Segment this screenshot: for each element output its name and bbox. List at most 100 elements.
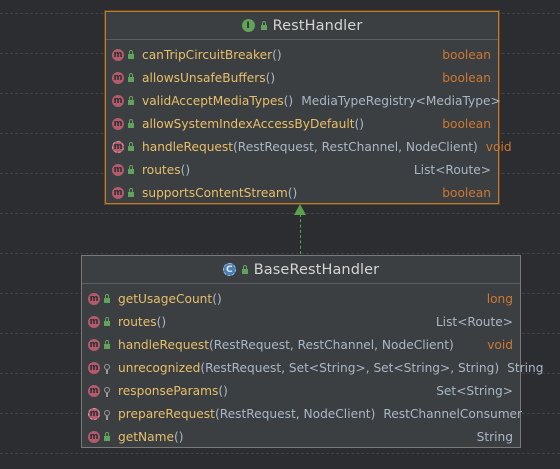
method-icon: m [88, 315, 100, 328]
method-return-type: long [486, 291, 513, 306]
method-params: () [354, 116, 365, 131]
method-name: getUsageCount [118, 291, 213, 306]
interface-node-resthandler[interactable]: I RestHandler m canTripCircuitBreaker() bo… [105, 11, 512, 204]
implements-arrow-line [300, 214, 301, 254]
method-name: canTripCircuitBreaker [142, 47, 273, 62]
method-name: allowSystemIndexAccessByDefault [142, 116, 355, 131]
method-return-type: boolean [442, 185, 491, 200]
method-name: routes [142, 162, 181, 177]
public-lock-icon [100, 431, 114, 441]
method-row-unrecognized[interactable]: m unrecognized (RestRequest, Set<String>, … [82, 356, 544, 379]
interface-method-list: m canTripCircuitBreaker() boolean m allowsUn… [106, 40, 512, 204]
class-title: BaseRestHandler [253, 261, 380, 278]
method-return-type: boolean [442, 70, 491, 85]
method-return-type: Set<String> [436, 383, 513, 398]
method-name: getName [118, 429, 174, 444]
public-lock-icon [260, 20, 267, 30]
method-return-type: String [476, 429, 513, 444]
method-return-type: List<Route> [435, 314, 513, 329]
method-params: (RestRequest, RestChannel, NodeClient) [233, 139, 478, 154]
method-icon: m [112, 117, 124, 130]
method-row-routes[interactable]: m routes() List<Route> [82, 310, 520, 333]
method-row-supports-content-stream[interactable]: m supportsContentStream() boolean [106, 181, 498, 204]
method-row-handle-request[interactable]: m handleRequest (RestRequest, RestChannel,… [82, 333, 520, 356]
method-params: () [173, 429, 184, 444]
method-params: () [180, 162, 191, 177]
protected-key-icon [100, 363, 114, 374]
method-name: handleRequest [142, 139, 234, 154]
public-lock-icon [124, 187, 138, 197]
method-name: responseParams [118, 383, 219, 398]
method-icon: m [88, 338, 100, 351]
method-icon: m [112, 163, 124, 176]
public-lock-icon [124, 72, 138, 82]
public-lock-icon [124, 141, 138, 151]
method-name: handleRequest [118, 337, 210, 352]
interface-title: RestHandler [272, 17, 363, 34]
protected-key-icon [100, 409, 114, 420]
public-lock-icon [124, 95, 138, 105]
method-return-type: boolean [442, 47, 491, 62]
method-icon: m [112, 48, 124, 61]
interface-icon: I [241, 19, 255, 32]
method-params: () [156, 314, 167, 329]
method-name: unrecognized [118, 360, 201, 375]
method-row-allow-system-index-access-by-default[interactable]: m allowSystemIndexAccessByDefault() boolea… [106, 112, 498, 135]
abstract-method-icon: m [88, 407, 100, 420]
method-row-get-usage-count[interactable]: m getUsageCount() long [82, 287, 520, 310]
method-name: allowsUnsafeBuffers [142, 70, 266, 85]
method-row-get-name[interactable]: m getName() String [82, 425, 520, 448]
method-icon: m [112, 71, 124, 84]
abstract-class-icon: C [222, 263, 236, 276]
method-params: (RestRequest, Set<String>, Set<String>, … [200, 360, 500, 375]
method-params: () [265, 70, 276, 85]
method-params: () [212, 291, 222, 306]
class-method-list: m getUsageCount() long m routes() List<Route>… [82, 284, 544, 448]
grid-line [0, 253, 560, 254]
public-lock-icon [100, 316, 114, 326]
method-return-type: boolean [442, 116, 491, 131]
protected-key-icon [100, 386, 114, 397]
implements-arrow-head [294, 204, 306, 215]
interface-node-header: I RestHandler [106, 12, 498, 40]
public-lock-icon [124, 49, 138, 59]
method-icon: m [88, 292, 100, 305]
method-name: prepareRequest [118, 406, 215, 421]
method-params: (RestRequest, NodeClient) [214, 406, 376, 421]
method-row-prepare-request[interactable]: m prepareRequest (RestRequest, NodeClient)… [82, 402, 523, 425]
class-node-baseresthandler[interactable]: C BaseRestHandler m getUsageCount() long m r… [81, 255, 544, 448]
public-lock-icon [241, 264, 248, 274]
public-lock-icon [124, 118, 138, 128]
method-row-response-params[interactable]: m responseParams() Set<String> [82, 379, 520, 402]
method-icon: m [88, 384, 100, 397]
abstract-method-icon: m [112, 140, 124, 153]
method-icon: m [88, 361, 100, 374]
method-row-valid-accept-media-types[interactable]: m validAcceptMediaTypes() MediaTypeRegistr… [106, 89, 501, 112]
method-name: routes [118, 314, 157, 329]
method-row-allows-unsafe-buffers[interactable]: m allowsUnsafeBuffers() boolean [106, 66, 498, 89]
grid-line [0, 453, 560, 454]
public-lock-icon [124, 164, 138, 174]
method-params: (RestRequest, RestChannel, NodeClient) [209, 337, 454, 352]
method-row-handle-request[interactable]: m handleRequest (RestRequest, RestChannel,… [106, 135, 512, 158]
method-params: () [283, 93, 294, 108]
method-params: () [287, 185, 298, 200]
method-icon: m [88, 430, 100, 443]
method-params: () [272, 47, 282, 62]
method-return-type: List<Route> [413, 162, 491, 177]
method-row-routes[interactable]: m routes() List<Route> [106, 158, 498, 181]
method-row-can-trip-circuit-breaker[interactable]: m canTripCircuitBreaker() boolean [106, 43, 498, 66]
method-name: supportsContentStream [142, 185, 288, 200]
method-return-type: RestChannelConsumer [383, 406, 523, 421]
method-return-type: void [485, 139, 512, 154]
method-return-type: MediaTypeRegistry<MediaType> [301, 93, 501, 108]
method-icon: m [112, 186, 124, 199]
method-return-type: void [487, 337, 513, 352]
public-lock-icon [100, 339, 114, 349]
public-lock-icon [100, 293, 114, 303]
method-params: () [218, 383, 228, 398]
grid-line [0, 213, 560, 214]
method-name: validAcceptMediaTypes [142, 93, 284, 108]
class-node-header: C BaseRestHandler [82, 256, 520, 284]
diagram-canvas: I RestHandler m canTripCircuitBreaker() bo… [0, 0, 560, 469]
